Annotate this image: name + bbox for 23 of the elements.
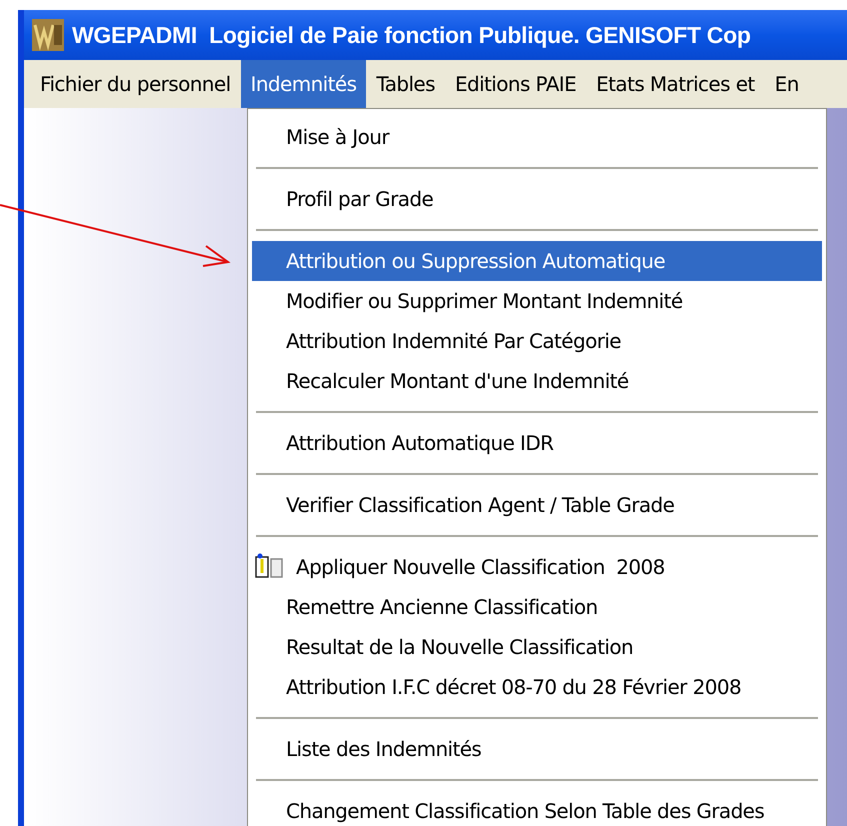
document-icon [254, 553, 286, 581]
menu-option[interactable]: Modifier ou Supprimer Montant Indemnité [252, 281, 822, 321]
menu-item[interactable]: En [764, 60, 809, 108]
menu-option[interactable]: Attribution I.F.C décret 08-70 du 28 Février 2008 [252, 667, 822, 707]
menu-option[interactable]: Attribution ou Suppression Automatique [252, 241, 822, 281]
menu-option[interactable]: Resultat de la Nouvelle Classification [252, 627, 822, 667]
menu-option[interactable]: Attribution Indemnité Par Catégorie [252, 321, 822, 361]
menu-item[interactable]: Editions PAIE [444, 60, 586, 108]
menu-option[interactable]: Recalculer Montant d'une Indemnité [252, 361, 822, 401]
menu-option[interactable]: Attribution Automatique IDR [252, 423, 822, 463]
menu-item[interactable]: Fichier du personnel [30, 60, 241, 108]
menu-option[interactable]: Profil par Grade [252, 179, 822, 219]
menu-option[interactable]: Remettre Ancienne Classification [252, 587, 822, 627]
window-title: WGEPADMI Logiciel de Paie fonction Publique. GENISOFT Cop [72, 20, 751, 50]
menu-item[interactable]: Etats Matrices et [586, 60, 765, 108]
menu-option[interactable]: Changement Classification Selon Table des Grades [252, 791, 822, 826]
menu-item[interactable]: Tables [366, 60, 445, 108]
menu-option[interactable]: Appliquer Nouvelle Classification 2008 [252, 547, 822, 587]
menu-item[interactable]: Indemnités [240, 60, 366, 108]
menu-option[interactable]: Liste des Indemnités [252, 729, 822, 769]
menu-option[interactable]: Verifier Classification Agent / Table Grade [252, 485, 822, 525]
menu-option[interactable]: Mise à Jour [252, 117, 822, 157]
app-logo-icon [32, 19, 64, 51]
